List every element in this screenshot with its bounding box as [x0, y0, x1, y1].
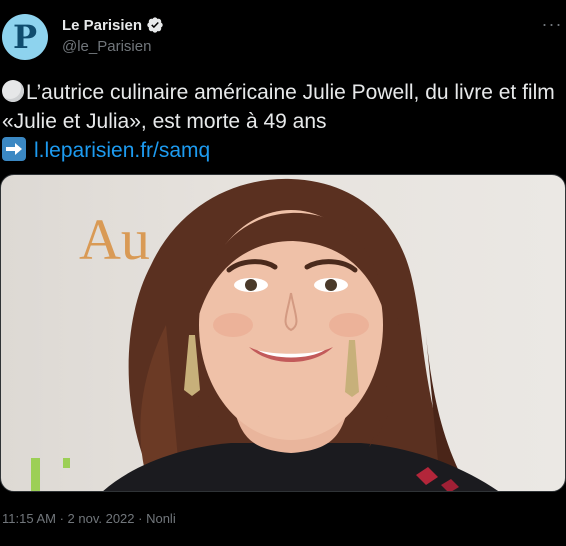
verified-badge-icon — [146, 16, 164, 34]
photo-illustration: Au — [31, 178, 499, 491]
more-icon: ··· — [541, 13, 563, 34]
tweet-link[interactable]: l.leparisien.fr/samq — [34, 139, 210, 162]
avatar[interactable]: P — [2, 14, 48, 60]
right-arrow-emoji — [2, 137, 26, 161]
white-circle-emoji — [2, 80, 24, 102]
author-name[interactable]: Le Parisien — [62, 17, 142, 34]
more-options-button[interactable]: ··· — [540, 12, 564, 36]
meta-separator: · — [134, 511, 147, 526]
tweet-time[interactable]: 11:15 AM — [2, 511, 56, 526]
meta-separator: · — [55, 511, 68, 526]
author-handle[interactable]: @le_Parisien — [62, 38, 151, 55]
tweet-source: Nonli — [146, 511, 176, 526]
tweet-text-body: L’autrice culinaire américaine Julie Pow… — [2, 81, 555, 133]
tweet-photo[interactable]: Au — [0, 174, 566, 492]
background-plant-dot — [63, 458, 70, 468]
tweet-date[interactable]: 2 nov. 2022 — [68, 511, 135, 526]
tweet-text: L’autrice culinaire américaine Julie Pow… — [2, 78, 564, 165]
author-name-row[interactable]: Le Parisien — [62, 16, 164, 34]
photo-background-text: Au — [79, 207, 150, 272]
tweet[interactable]: P Le Parisien @le_Parisien ··· L’autrice… — [0, 0, 566, 546]
avatar-logo: P — [12, 18, 38, 56]
tweet-meta: 11:15 AM · 2 nov. 2022 · Nonli — [2, 511, 176, 526]
background-plant — [31, 458, 40, 491]
